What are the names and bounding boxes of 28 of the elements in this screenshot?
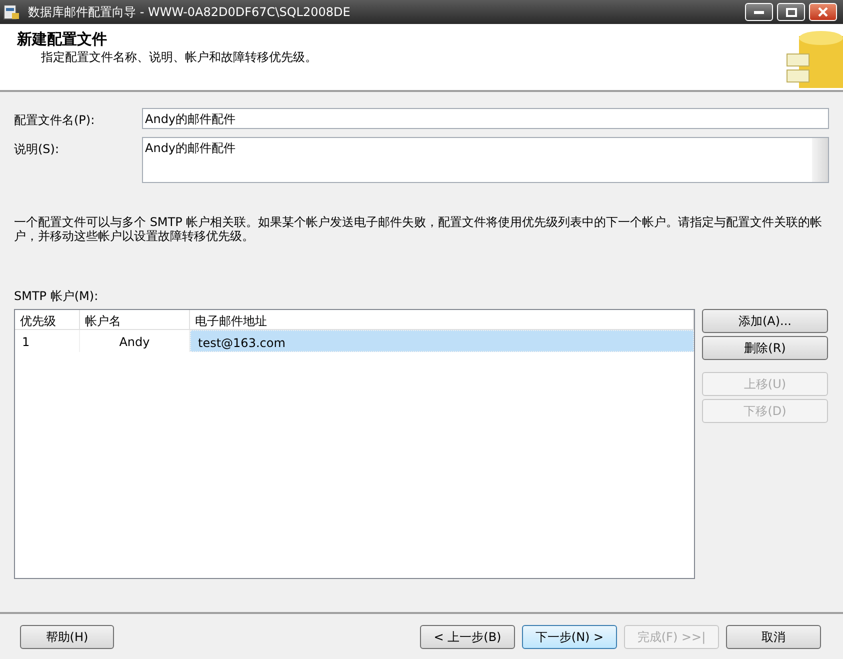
description-field[interactable]: Andy的邮件配件 [142, 137, 829, 183]
page-title: 新建配置文件 [17, 31, 108, 48]
column-header[interactable]: 优先级 [15, 310, 80, 329]
dialog-button[interactable]: 取消 [726, 625, 821, 649]
database-icon [785, 30, 843, 88]
close-button[interactable] [809, 3, 837, 21]
dialog-button[interactable]: 帮助(H) [20, 625, 114, 649]
table-cell: 1 [15, 330, 80, 352]
minimize-button[interactable] [745, 3, 773, 21]
accounts-label: SMTP 帐户(M): [13, 288, 100, 305]
close-icon [818, 7, 828, 17]
dialog-button[interactable]: 下一步(N) > [522, 625, 617, 649]
table-cell: test@163.com [190, 330, 694, 352]
dialog-button[interactable]: 删除(R) [702, 336, 828, 360]
dialog-button[interactable]: 添加(A)... [702, 309, 828, 333]
scrollbar[interactable] [812, 138, 828, 182]
name-field[interactable]: Andy的邮件配件 [142, 108, 829, 129]
field-label: 说明(S): [14, 141, 60, 158]
app-icon [2, 3, 20, 21]
column-header[interactable]: 电子邮件地址 [190, 310, 694, 329]
column-header[interactable]: 帐户名 [80, 310, 190, 329]
table-row[interactable]: 1 Andy test@163.com [15, 330, 694, 352]
field-label: 配置文件名(P): [14, 112, 96, 129]
maximize-button[interactable] [777, 3, 805, 21]
dialog-button[interactable]: < 上一步(B) [420, 625, 515, 649]
page-subtitle: 指定配置文件名称、说明、帐户和故障转移优先级。 [40, 49, 317, 66]
window-title: 数据库邮件配置向导 - WWW-0A82D0DF67C\SQL2008DE [28, 4, 350, 21]
description-text: 一个配置文件可以与多个 SMTP 帐户相关联。如果某个帐户发送电子邮件失败，配置文件将使用优先级列表中的下一个帐户。请指定与配置文件关联的帐户，并移动这些帐户以设置故障转移优先级。 [13, 215, 824, 243]
